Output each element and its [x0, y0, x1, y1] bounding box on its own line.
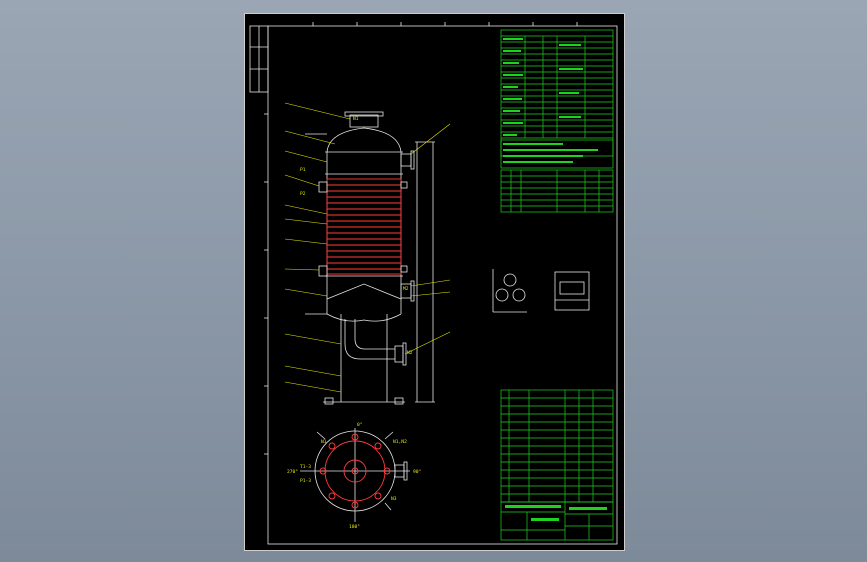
- label-n3-plan: N3: [391, 496, 397, 502]
- label-t1-3-plan: T1-3: [300, 464, 311, 470]
- label-n2-elev: N2: [407, 350, 413, 356]
- title-block: [500, 501, 614, 541]
- detail-tube-pattern: [492, 269, 527, 313]
- nozzle-table: [500, 169, 614, 213]
- zone-ticks: [264, 22, 578, 455]
- label-n1-elev: N1: [353, 116, 359, 122]
- detail-weld: [554, 271, 590, 311]
- tube-bundle: [326, 178, 402, 275]
- label-p2-elev: P2: [300, 191, 306, 197]
- angle-180: 180°: [349, 524, 360, 530]
- label-n1-plan: N1: [321, 439, 327, 445]
- angle-90: 90°: [413, 469, 422, 475]
- tube-rows: [327, 184, 401, 270]
- parts-list: [500, 389, 614, 503]
- label-p1-3-plan: P1-3: [300, 478, 311, 484]
- drawing-sheet: N1 P1 P2 M2 N2 0° 90° 270° 180° N1 N1,N2…: [244, 13, 625, 551]
- label-p1-elev: P1: [300, 167, 306, 173]
- cad-drawing: N1 P1 P2 M2 N2 0° 90° 270° 180° N1 N1,N2…: [249, 22, 618, 545]
- angle-0: 0°: [357, 422, 363, 428]
- label-m2-elev: M2: [403, 286, 409, 292]
- angle-270: 270°: [287, 469, 298, 475]
- technical-notes: [500, 139, 614, 169]
- technical-data-table: [500, 29, 614, 157]
- label-n1n2-plan: N1,N2: [393, 439, 407, 445]
- vessel-elevation: [305, 111, 435, 405]
